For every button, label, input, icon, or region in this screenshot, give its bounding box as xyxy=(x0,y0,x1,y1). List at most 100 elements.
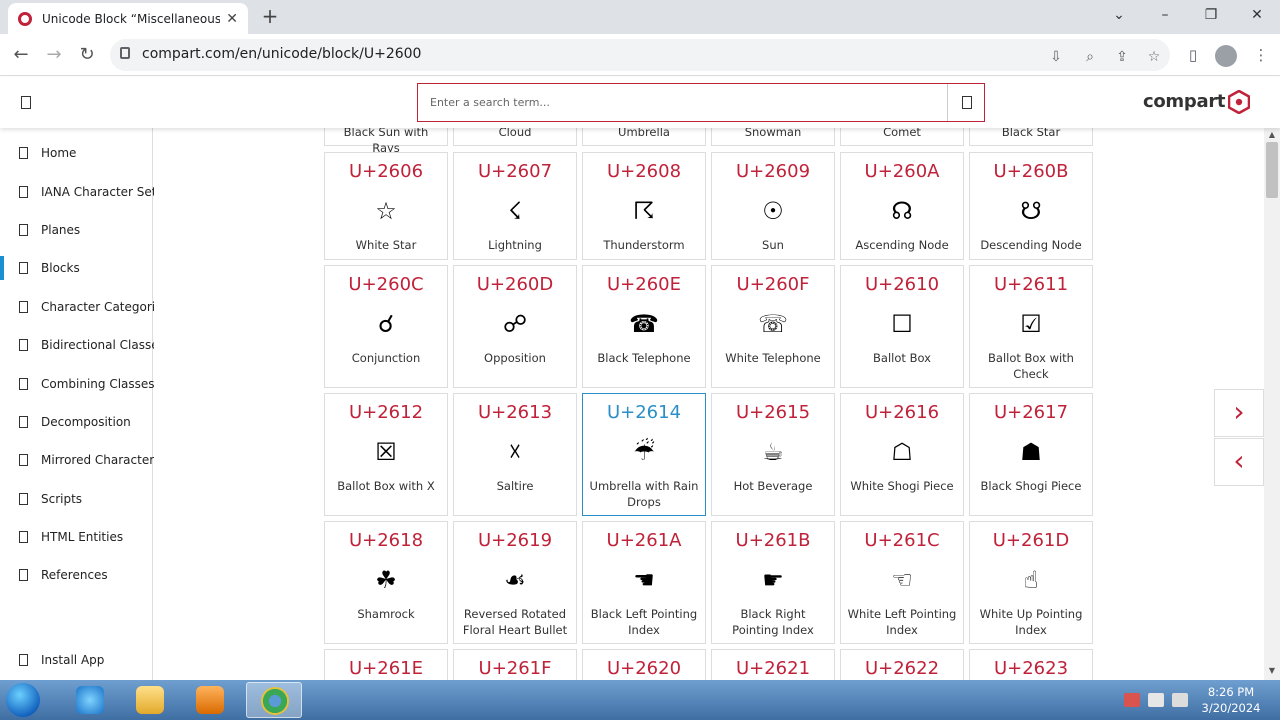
sidebar-item[interactable]: Planes xyxy=(0,215,152,245)
search-box xyxy=(417,83,985,122)
profile-avatar-icon[interactable] xyxy=(1215,45,1237,67)
taskbar-media[interactable] xyxy=(182,682,238,718)
character-cell[interactable]: U+260F ☏ White Telephone xyxy=(711,265,835,388)
character-cell[interactable]: U+2608 ☈ Thunderstorm xyxy=(582,152,706,260)
sidebar-item[interactable]: Decomposition xyxy=(0,407,152,437)
taskbar-ie[interactable] xyxy=(62,682,118,718)
back-arrow-icon[interactable]: ← xyxy=(8,42,34,68)
search-button[interactable] xyxy=(947,84,985,121)
character-cell[interactable]: U+261E xyxy=(324,649,448,680)
sidebar-item[interactable]: Home xyxy=(0,138,152,168)
browser-tab[interactable]: Unicode Block “Miscellaneous S ✕ xyxy=(8,3,248,34)
install-icon[interactable]: ⇩ xyxy=(1046,47,1066,67)
character-cell[interactable]: U+2607 ☇ Lightning xyxy=(453,152,577,260)
sidebar-item[interactable]: References xyxy=(0,560,152,590)
character-cell[interactable]: U+2621 xyxy=(711,649,835,680)
tab-search-icon[interactable]: ⌄ xyxy=(1096,0,1142,30)
compart-logo[interactable]: compart xyxy=(1143,91,1226,112)
character-cell[interactable]: U+2610 ☐ Ballot Box xyxy=(840,265,964,388)
previous-block-button[interactable]: ‹ xyxy=(1214,438,1264,486)
scroll-up-icon[interactable]: ▲ xyxy=(1264,128,1280,142)
start-button-icon[interactable] xyxy=(6,683,40,717)
character-cell[interactable]: U+2620 xyxy=(582,649,706,680)
character-cell[interactable]: U+2612 ☒ Ballot Box with X xyxy=(324,393,448,516)
character-cell[interactable]: U+2613 ☓ Saltire xyxy=(453,393,577,516)
character-name: Conjunction xyxy=(351,351,421,365)
character-cell[interactable]: U+260B ☋ Descending Node xyxy=(969,152,1093,260)
character-glyph: ☛ xyxy=(762,566,784,594)
address-bar[interactable]: compart.com/en/unicode/block/U+2600 ⇩ ⌕ … xyxy=(110,39,1170,71)
character-cell[interactable]: U+261C ☜ White Left Pointing Index xyxy=(840,521,964,644)
character-cell[interactable]: U+2614 ☔ Umbrella with Rain Drops xyxy=(582,393,706,516)
minimize-icon[interactable]: – xyxy=(1142,0,1188,30)
character-cell[interactable]: U+261B ☛ Black Right Pointing Index xyxy=(711,521,835,644)
sidebar-item[interactable]: Combining Classes xyxy=(0,369,155,399)
character-cell[interactable]: U+261F xyxy=(453,649,577,680)
sidebar-item[interactable]: Character Categories xyxy=(0,292,169,322)
nav-page-icon xyxy=(19,224,28,236)
restore-icon[interactable]: ❐ xyxy=(1188,0,1234,30)
tab-close-icon[interactable]: ✕ xyxy=(226,11,238,27)
taskbar-clock[interactable]: 8:26 PM 3/20/2024 xyxy=(1196,684,1266,716)
character-cell[interactable]: Black Star xyxy=(969,128,1093,146)
sidebar-item-install-app[interactable]: Install App xyxy=(0,645,152,675)
sidebar-item[interactable]: Bidirectional Classes xyxy=(0,330,165,360)
character-cell[interactable]: U+2615 ☕ Hot Beverage xyxy=(711,393,835,516)
new-tab-icon[interactable]: + xyxy=(258,4,282,28)
scrollbar-thumb[interactable] xyxy=(1266,142,1278,198)
character-code: U+261C xyxy=(864,530,940,551)
scrollbar-track[interactable] xyxy=(1264,128,1280,680)
character-cell[interactable]: U+261D ☝ White Up Pointing Index xyxy=(969,521,1093,644)
share-icon[interactable]: ⇪ xyxy=(1112,47,1132,67)
character-cell[interactable]: U+2606 ☆ White Star xyxy=(324,152,448,260)
sidebar-item[interactable]: Blocks xyxy=(0,253,152,283)
character-code: U+2613 xyxy=(477,402,553,423)
character-cell[interactable]: Umbrella xyxy=(582,128,706,146)
character-cell[interactable]: U+260D ☍ Opposition xyxy=(453,265,577,388)
character-cell[interactable]: U+2623 xyxy=(969,649,1093,680)
character-cell[interactable]: Comet xyxy=(840,128,964,146)
character-name: Sun xyxy=(762,238,784,252)
character-code: U+2612 xyxy=(348,402,424,423)
sidebar-item[interactable]: Mirrored Characters xyxy=(0,445,160,475)
menu-toggle-icon[interactable] xyxy=(21,96,31,109)
sidebar-item-label: Home xyxy=(41,146,77,160)
browser-menu-icon[interactable]: ⋮ xyxy=(1250,44,1272,66)
character-cell[interactable]: U+260A ☊ Ascending Node xyxy=(840,152,964,260)
scroll-down-icon[interactable]: ▼ xyxy=(1264,664,1280,678)
character-cell[interactable]: U+2617 ☗ Black Shogi Piece xyxy=(969,393,1093,516)
taskbar-explorer[interactable] xyxy=(122,682,178,718)
next-block-button[interactable]: › xyxy=(1214,389,1264,437)
character-cell[interactable]: U+2616 ☖ White Shogi Piece xyxy=(840,393,964,516)
search-input[interactable] xyxy=(418,84,947,121)
window-close-icon[interactable]: ✕ xyxy=(1234,0,1280,30)
bookmark-star-icon[interactable]: ☆ xyxy=(1144,47,1164,67)
character-cell[interactable]: U+2619 ☙ Reversed Rotated Floral Heart Bul… xyxy=(453,521,577,644)
folder-icon xyxy=(136,686,164,714)
character-cell[interactable]: Black Sun with Rays xyxy=(324,128,448,155)
sidebar-item[interactable]: IANA Character Sets xyxy=(0,177,163,207)
side-panel-icon[interactable]: ▯ xyxy=(1182,44,1204,66)
chevron-left-icon: ‹ xyxy=(1233,444,1245,477)
reload-icon[interactable]: ↻ xyxy=(74,42,100,68)
tray-network-alert-icon[interactable] xyxy=(1124,693,1140,707)
character-glyph: ☝ xyxy=(1023,566,1039,594)
character-cell[interactable]: U+2618 ☘ Shamrock xyxy=(324,521,448,644)
tray-volume-icon[interactable] xyxy=(1172,693,1188,707)
zoom-icon[interactable]: ⌕ xyxy=(1080,47,1100,67)
character-cell[interactable]: U+2622 xyxy=(840,649,964,680)
character-cell[interactable]: U+2609 ☉ Sun xyxy=(711,152,835,260)
character-cell[interactable]: Cloud xyxy=(453,128,577,146)
character-cell[interactable]: U+260E ☎ Black Telephone xyxy=(582,265,706,388)
character-cell[interactable]: U+2611 ☑ Ballot Box with Check xyxy=(969,265,1093,388)
character-name: Snowman xyxy=(744,128,802,139)
character-name: Black Left Pointing Index xyxy=(590,607,698,637)
character-cell[interactable]: U+261A ☚ Black Left Pointing Index xyxy=(582,521,706,644)
forward-arrow-icon[interactable]: → xyxy=(41,42,67,68)
character-cell[interactable]: U+260C ☌ Conjunction xyxy=(324,265,448,388)
sidebar-item[interactable]: Scripts xyxy=(0,484,152,514)
sidebar-item[interactable]: HTML Entities xyxy=(0,522,152,552)
character-cell[interactable]: Snowman xyxy=(711,128,835,146)
taskbar-chrome[interactable] xyxy=(246,682,302,718)
tray-display-icon[interactable] xyxy=(1148,693,1164,707)
